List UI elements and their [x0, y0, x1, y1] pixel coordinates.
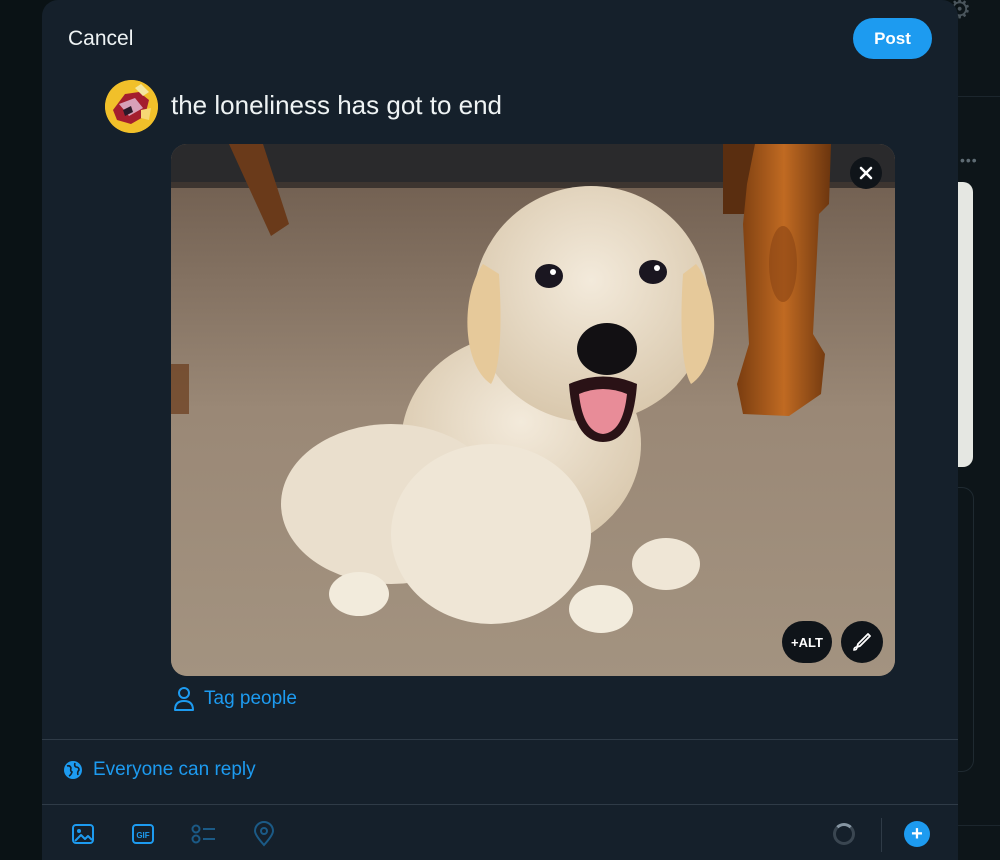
character-counter: [833, 823, 855, 845]
background-divider: [958, 96, 1000, 97]
image-icon: [72, 824, 94, 844]
cancel-button[interactable]: Cancel: [68, 24, 133, 54]
add-post-button[interactable]: +: [904, 821, 930, 847]
more-icon: •••: [960, 152, 978, 168]
location-icon: [253, 821, 275, 847]
divider: [42, 739, 958, 740]
pencil-icon: [853, 633, 871, 651]
close-icon: [859, 166, 873, 180]
globe-icon: [64, 761, 82, 779]
reply-setting-label: Everyone can reply: [93, 759, 256, 780]
svg-text:GIF: GIF: [136, 831, 149, 840]
toolbar-divider: [881, 818, 882, 852]
puppy-photo: [171, 144, 895, 676]
post-button[interactable]: Post: [853, 18, 932, 59]
media-attachment: +ALT: [171, 144, 895, 676]
divider: [42, 804, 958, 805]
reply-setting-button[interactable]: Everyone can reply: [63, 759, 256, 781]
tag-people-label: Tag people: [204, 688, 297, 709]
gif-icon: GIF: [132, 824, 154, 844]
remove-media-button[interactable]: [850, 157, 882, 189]
tag-people-button[interactable]: Tag people: [172, 686, 297, 712]
add-alt-text-button[interactable]: +ALT: [782, 621, 832, 663]
person-icon: [174, 687, 194, 711]
compose-modal: Cancel Post the loneliness has got to en…: [42, 0, 958, 860]
media-button[interactable]: [69, 820, 97, 848]
gif-button[interactable]: GIF: [129, 820, 157, 848]
compose-text[interactable]: the loneliness has got to end: [171, 90, 502, 121]
edit-media-button[interactable]: [841, 621, 883, 663]
poll-icon: [191, 824, 215, 844]
background-divider: [958, 825, 1000, 826]
poll-button: [190, 820, 218, 848]
location-button: [250, 820, 278, 848]
avatar[interactable]: [105, 80, 158, 133]
